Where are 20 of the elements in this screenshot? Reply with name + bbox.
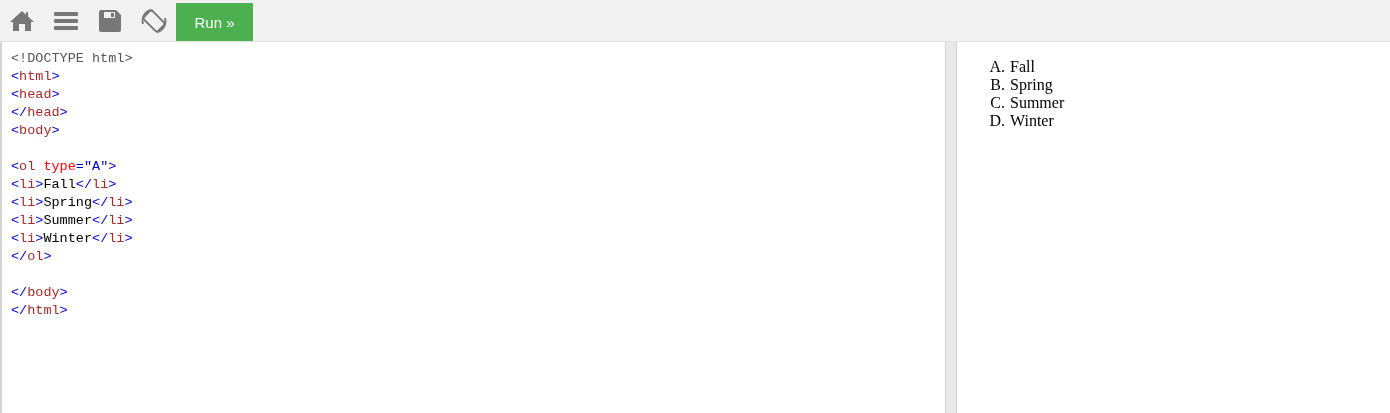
code-line: <!DOCTYPE html>: [11, 50, 133, 68]
home-icon[interactable]: [9, 9, 35, 32]
code-line: <li>Spring</li>: [11, 194, 133, 212]
code-line: <body>: [11, 122, 60, 140]
code-line: </body>: [11, 284, 68, 302]
code-line: </html>: [11, 302, 68, 320]
code-line: </head>: [11, 104, 68, 122]
menu-icon[interactable]: [54, 10, 78, 31]
list-item: C. Summer: [989, 94, 1065, 112]
list-item: D. Winter: [988, 112, 1054, 130]
code-line: <li>Winter</li>: [11, 230, 133, 248]
code-line: <li>Summer</li>: [11, 212, 133, 230]
save-icon[interactable]: [99, 9, 121, 32]
list-item: A. Fall: [988, 58, 1035, 76]
code-line: </ol>: [11, 248, 52, 266]
code-line: <li>Fall</li>: [11, 176, 117, 194]
code-line: <html>: [11, 68, 60, 86]
list-item: B. Spring: [989, 76, 1053, 94]
code-line: <head>: [11, 86, 60, 104]
code-line: <ol type="A">: [11, 158, 117, 176]
